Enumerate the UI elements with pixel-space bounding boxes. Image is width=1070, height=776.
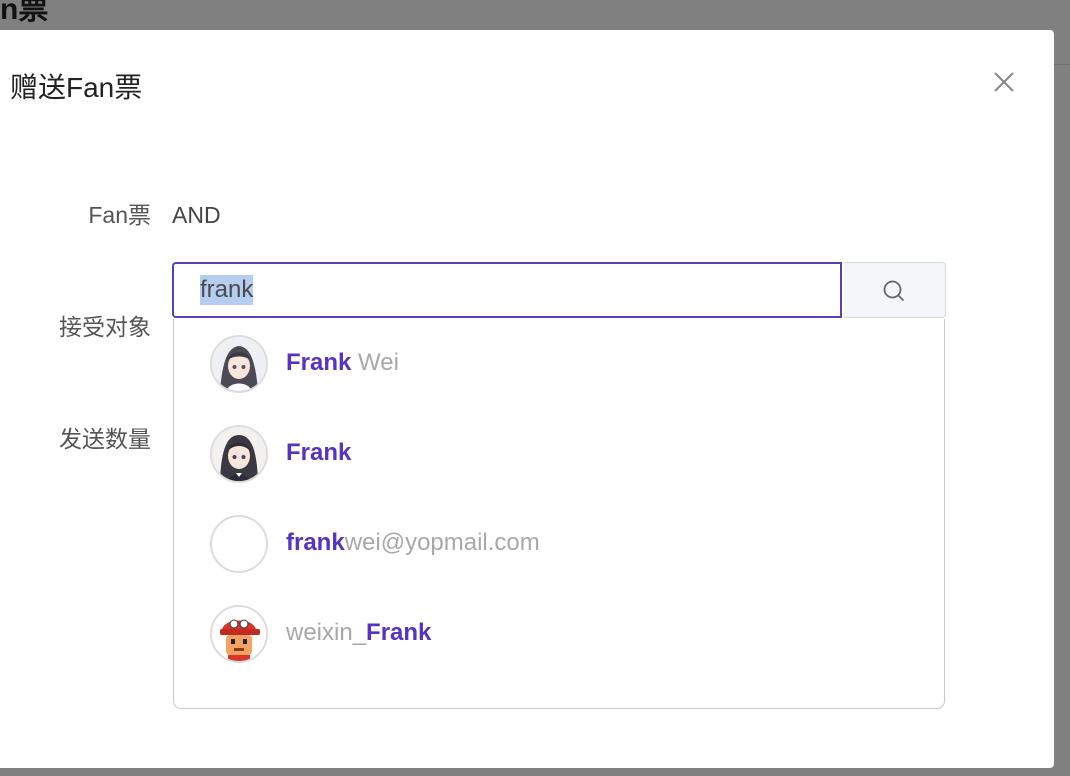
background-divider xyxy=(1054,64,1070,65)
search-icon xyxy=(883,280,904,301)
recipient-label: 接受对象 xyxy=(59,314,151,340)
cartoon-boy-avatar xyxy=(210,605,268,663)
fan-ticket-label: Fan票 xyxy=(88,202,151,228)
search-button[interactable] xyxy=(844,262,946,318)
recipient-search-input[interactable]: frank xyxy=(172,262,842,318)
suggestion-item[interactable]: Frank xyxy=(174,409,944,499)
suggestion-item[interactable]: frankwei@yopmail.com xyxy=(174,499,944,589)
blank-avatar xyxy=(210,515,268,573)
close-icon xyxy=(994,72,1014,92)
search-input-value[interactable]: frank xyxy=(200,275,254,305)
recipient-suggestions-dropdown: Frank Wei Frank frankwei@yopmail.com wei… xyxy=(173,319,945,709)
anime-girl-avatar xyxy=(210,425,268,483)
suggestion-label: frankwei@yopmail.com xyxy=(286,529,540,556)
suggestion-label: Frank xyxy=(286,439,352,466)
suggestion-item[interactable]: weixin_Frank xyxy=(174,589,944,679)
dialog-title: 赠送Fan票 xyxy=(10,72,143,103)
close-button[interactable] xyxy=(990,68,1018,96)
quantity-label: 发送数量 xyxy=(59,426,151,452)
suggestion-label: weixin_Frank xyxy=(286,619,432,646)
fan-ticket-value: AND xyxy=(172,202,221,228)
background-page-title: n票 xyxy=(0,0,49,26)
anime-girl-avatar xyxy=(210,335,268,393)
suggestion-label: Frank Wei xyxy=(286,349,399,376)
suggestion-item[interactable]: Frank Wei xyxy=(174,319,944,409)
